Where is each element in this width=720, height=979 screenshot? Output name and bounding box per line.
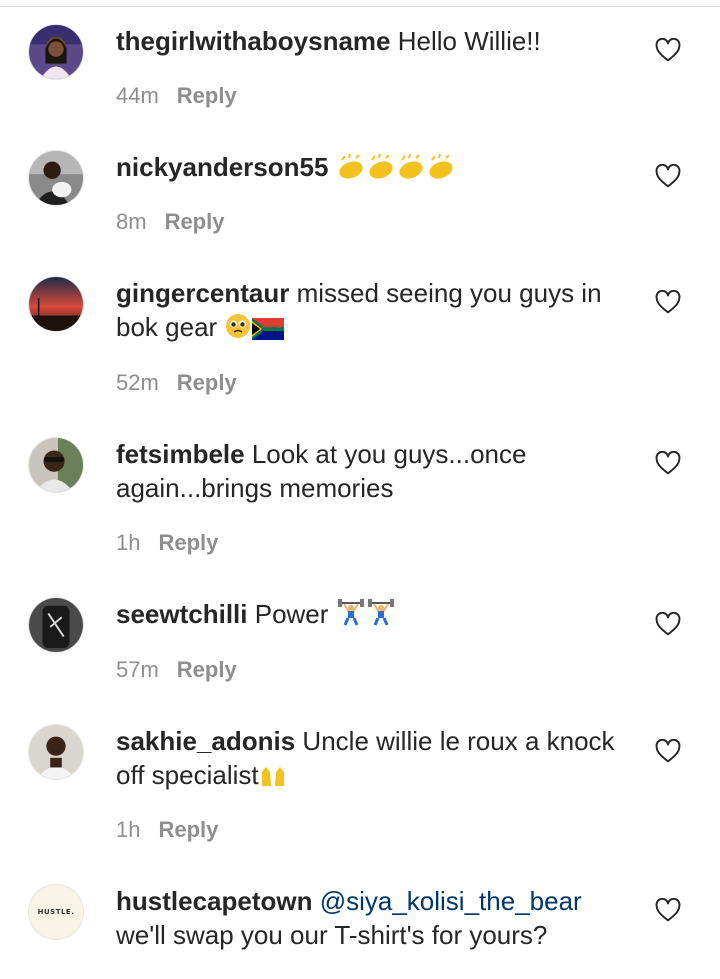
comment-text: thegirlwithaboysname Hello Willie!!: [116, 24, 626, 58]
comment-text: sakhie_adonis Uncle willie le roux a kno…: [116, 724, 626, 796]
avatar[interactable]: [28, 24, 84, 80]
comment-meta: 8m Reply: [116, 209, 224, 235]
comment-text: fetsimbele Look at you guys...once again…: [116, 437, 626, 505]
comment-text: gingercentaur missed seeing you guys in …: [116, 276, 626, 348]
reply-button[interactable]: Reply: [177, 83, 237, 108]
clapping-hands-icon: [426, 153, 456, 188]
weightlifter-icon: [336, 597, 366, 635]
heart-icon[interactable]: [655, 898, 681, 922]
avatar[interactable]: [28, 437, 84, 493]
heart-icon[interactable]: [655, 290, 681, 314]
avatar[interactable]: [28, 150, 84, 206]
comment-meta: 52m Reply: [116, 370, 237, 396]
comment-body: [328, 152, 335, 182]
avatar[interactable]: [28, 597, 84, 653]
comment-meta: 1h Reply: [116, 817, 218, 843]
avatar[interactable]: HUSTLE.: [28, 884, 84, 940]
reply-button[interactable]: Reply: [165, 209, 225, 234]
comment-username[interactable]: gingercentaur: [116, 278, 289, 308]
comment-meta: 44m Reply: [116, 83, 237, 109]
comment-body: Power: [247, 599, 336, 629]
heart-icon[interactable]: [655, 612, 681, 636]
pleading-face-icon: [224, 312, 252, 348]
avatar[interactable]: [28, 276, 84, 332]
comment-meta: 1h Reply: [116, 530, 218, 556]
comment-time: 44m: [116, 83, 159, 108]
comment-body: we'll swap you our T-shirt's for yours?: [116, 920, 548, 950]
comment-text: hustlecapetown @siya_kolisi_the_bear we'…: [116, 884, 626, 952]
heart-icon[interactable]: [655, 164, 681, 188]
avatar-logo-text: HUSTLE.: [37, 908, 75, 916]
top-divider: [0, 0, 720, 7]
heart-icon[interactable]: [655, 451, 681, 475]
reply-button[interactable]: Reply: [158, 817, 218, 842]
heart-icon[interactable]: [655, 739, 681, 763]
comment-username[interactable]: nickyanderson55: [116, 152, 328, 182]
comment-time: 1h: [116, 817, 141, 842]
heart-icon[interactable]: [655, 38, 681, 62]
comment-username[interactable]: sakhie_adonis: [116, 726, 295, 756]
comment-time: 52m: [116, 370, 159, 395]
comment-time: 1h: [116, 530, 141, 555]
comment-username[interactable]: fetsimbele: [116, 439, 245, 469]
avatar[interactable]: [28, 724, 84, 780]
comment-username[interactable]: thegirlwithaboysname: [116, 26, 391, 56]
clapping-hands-icon: [336, 153, 366, 188]
reply-button[interactable]: Reply: [158, 530, 218, 555]
raising-hands-icon: [259, 762, 287, 796]
comment-text: nickyanderson55: [116, 150, 626, 188]
clapping-hands-icon: [396, 153, 426, 188]
comment-text: seewtchilli Power: [116, 597, 626, 635]
comment-username[interactable]: seewtchilli: [116, 599, 248, 629]
comment-time: 8m: [116, 209, 147, 234]
comment-username[interactable]: hustlecapetown: [116, 886, 312, 916]
comment-time: 57m: [116, 657, 159, 682]
comment-meta: 57m Reply: [116, 657, 237, 683]
comment-body: Hello Willie!!: [390, 26, 541, 56]
reply-button[interactable]: Reply: [177, 370, 237, 395]
south-africa-flag-icon: [252, 314, 285, 348]
reply-button[interactable]: Reply: [177, 657, 237, 682]
weightlifter-icon: [366, 597, 396, 635]
clapping-hands-icon: [366, 153, 396, 188]
mention-link[interactable]: @siya_kolisi_the_bear: [312, 886, 582, 916]
